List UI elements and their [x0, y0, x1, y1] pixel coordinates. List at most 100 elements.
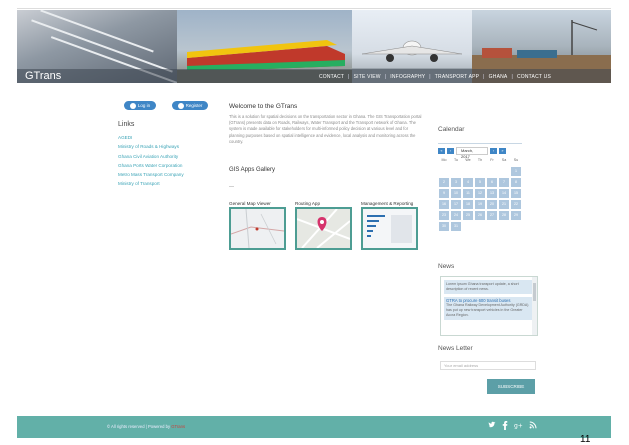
- calendar-day[interactable]: 22: [511, 200, 521, 209]
- link-metro-mass[interactable]: Metro Mass Transport Company: [118, 170, 184, 179]
- facebook-icon[interactable]: [502, 421, 508, 432]
- gallery-title: GIS Apps Gallery: [229, 167, 276, 173]
- weekday: Su: [513, 158, 519, 162]
- calendar-day[interactable]: 3: [451, 178, 461, 187]
- calendar-day[interactable]: 6: [487, 178, 497, 187]
- news-item[interactable]: GTRA to procure 600 transit buses The Gh…: [444, 296, 534, 320]
- calendar-weekdays: Mo Tu We Th Fr Sa Su: [438, 158, 522, 162]
- news-title: News: [438, 263, 455, 270]
- calendar-day[interactable]: 29: [511, 211, 521, 220]
- header-banner: GTrans CONTACT | SITE VIEW | INFOGRAPHY | T…: [17, 10, 611, 83]
- calendar-day[interactable]: 30: [439, 222, 449, 231]
- rss-icon[interactable]: [529, 421, 537, 432]
- calendar-day[interactable]: 13: [487, 189, 497, 198]
- calendar-days: 1 2 3 4 5 6 7 8 9 10 11 12 13 14 15 16 17 18 19 20 21 22 23 24 2…: [438, 166, 522, 232]
- footer-link[interactable]: GTrans: [171, 424, 185, 429]
- calendar-day[interactable]: 25: [463, 211, 473, 220]
- thumb-label-management: Management & Reporting: [361, 201, 414, 206]
- calendar-day[interactable]: 15: [511, 189, 521, 198]
- calendar-day[interactable]: 18: [463, 200, 473, 209]
- nav-item-site-view[interactable]: SITE VIEW: [352, 74, 383, 80]
- news-panel[interactable]: Lorem ipsum Ghana transport update, a sh…: [440, 276, 538, 336]
- weekday: Sa: [501, 158, 507, 162]
- calendar-day[interactable]: 12: [475, 189, 485, 198]
- calendar-day[interactable]: 8: [511, 178, 521, 187]
- user-icon: [129, 102, 136, 109]
- calendar-title: Calendar: [438, 126, 465, 133]
- welcome-title: Welcome to the GTrans: [229, 103, 298, 110]
- footer: © All rights reserved | Powered by GTran…: [17, 416, 611, 438]
- weekday: Th: [477, 158, 483, 162]
- newsletter-email-field[interactable]: Your email address: [440, 361, 536, 370]
- nav-item-ghana[interactable]: GHANA: [487, 74, 510, 80]
- nav-item-transport-app[interactable]: TRANSPORT APP: [433, 74, 481, 80]
- calendar-day[interactable]: 16: [439, 200, 449, 209]
- calendar-next-year[interactable]: »: [499, 147, 506, 154]
- svg-text:g+: g+: [514, 422, 523, 429]
- news-item[interactable]: Lorem ipsum Ghana transport update, a sh…: [444, 280, 534, 294]
- register-button[interactable]: Register: [172, 101, 208, 110]
- calendar-day[interactable]: 7: [499, 178, 509, 187]
- top-nav: CONTACT | SITE VIEW | INFOGRAPHY | TRANSPOR…: [317, 74, 553, 80]
- calendar-day[interactable]: 9: [439, 189, 449, 198]
- link-agedi[interactable]: AGEDI: [118, 133, 184, 142]
- calendar-day[interactable]: 21: [499, 200, 509, 209]
- link-roads-highways[interactable]: Ministry of Roads & Highways: [118, 142, 184, 151]
- news-text: The Ghana Railway Development Authority …: [446, 303, 529, 317]
- calendar-widget: « ‹ March, 2017 › » Mo Tu We Th Fr Sa Su…: [438, 143, 522, 237]
- banner-nav-bar: GTrans CONTACT | SITE VIEW | INFOGRAPHY | T…: [17, 69, 611, 83]
- weekday: Tu: [453, 158, 459, 162]
- copyright-text: © All rights reserved | Powered by: [107, 424, 171, 429]
- social-links: g+: [488, 421, 537, 432]
- calendar-day[interactable]: 24: [451, 211, 461, 220]
- calendar-day[interactable]: 2: [439, 178, 449, 187]
- calendar-day[interactable]: 27: [487, 211, 497, 220]
- thumb-label-map-viewer: General Map Viewer: [229, 201, 271, 206]
- calendar-day[interactable]: 17: [451, 200, 461, 209]
- page-number: 11: [580, 434, 591, 445]
- calendar-day[interactable]: 5: [475, 178, 485, 187]
- link-civil-aviation[interactable]: Ghana Civil Aviation Authority: [118, 152, 184, 161]
- calendar-blank: [451, 167, 461, 176]
- calendar-day[interactable]: 4: [463, 178, 473, 187]
- calendar-day[interactable]: 11: [463, 189, 473, 198]
- calendar-day[interactable]: 23: [439, 211, 449, 220]
- link-ports-water[interactable]: Ghana Ports Water Corporation: [118, 161, 184, 170]
- calendar-day[interactable]: 31: [451, 222, 461, 231]
- google-plus-icon[interactable]: g+: [514, 421, 523, 432]
- calendar-next-month[interactable]: ›: [490, 147, 497, 154]
- routing-app-thumbnail[interactable]: [295, 207, 352, 250]
- calendar-day[interactable]: 19: [475, 200, 485, 209]
- calendar-prev-year[interactable]: «: [438, 147, 445, 154]
- top-divider: [17, 8, 611, 9]
- calendar-day[interactable]: 14: [499, 189, 509, 198]
- twitter-icon[interactable]: [488, 421, 496, 432]
- nav-item-contact[interactable]: CONTACT: [317, 74, 346, 80]
- calendar-day[interactable]: 26: [475, 211, 485, 220]
- calendar-day[interactable]: 28: [499, 211, 509, 220]
- link-ministry-transport[interactable]: Ministry of Transport: [118, 179, 184, 188]
- links-list: AGEDI Ministry of Roads & Highways Ghana…: [118, 133, 184, 189]
- calendar-prev-month[interactable]: ‹: [447, 147, 454, 154]
- management-reporting-thumbnail[interactable]: [361, 207, 418, 250]
- brand-logo[interactable]: GTrans: [25, 70, 61, 82]
- news-scrollbar[interactable]: [532, 277, 537, 335]
- weekday: Mo: [441, 158, 447, 162]
- calendar-day[interactable]: 20: [487, 200, 497, 209]
- calendar-day[interactable]: 1: [511, 167, 521, 176]
- login-label: Log in: [137, 103, 151, 108]
- calendar-blank: [487, 167, 497, 176]
- map-viewer-thumbnail[interactable]: [229, 207, 286, 250]
- nav-item-infography[interactable]: INFOGRAPHY: [388, 74, 427, 80]
- login-button[interactable]: Log in: [124, 101, 156, 110]
- news-text: Lorem ipsum Ghana transport update, a sh…: [446, 282, 519, 291]
- weekday: Fr: [490, 158, 494, 162]
- gallery-divider: —: [229, 184, 234, 190]
- nav-item-contact-us[interactable]: CONTACT US: [515, 74, 553, 80]
- calendar-month[interactable]: March, 2017: [456, 146, 488, 159]
- calendar-day[interactable]: 10: [451, 189, 461, 198]
- calendar-header: « ‹ March, 2017 › »: [438, 146, 522, 159]
- newsletter-title: News Letter: [438, 345, 473, 352]
- footer-copyright: © All rights reserved | Powered by GTran…: [107, 424, 185, 429]
- subscribe-button[interactable]: SUBSCRIBE: [487, 379, 535, 394]
